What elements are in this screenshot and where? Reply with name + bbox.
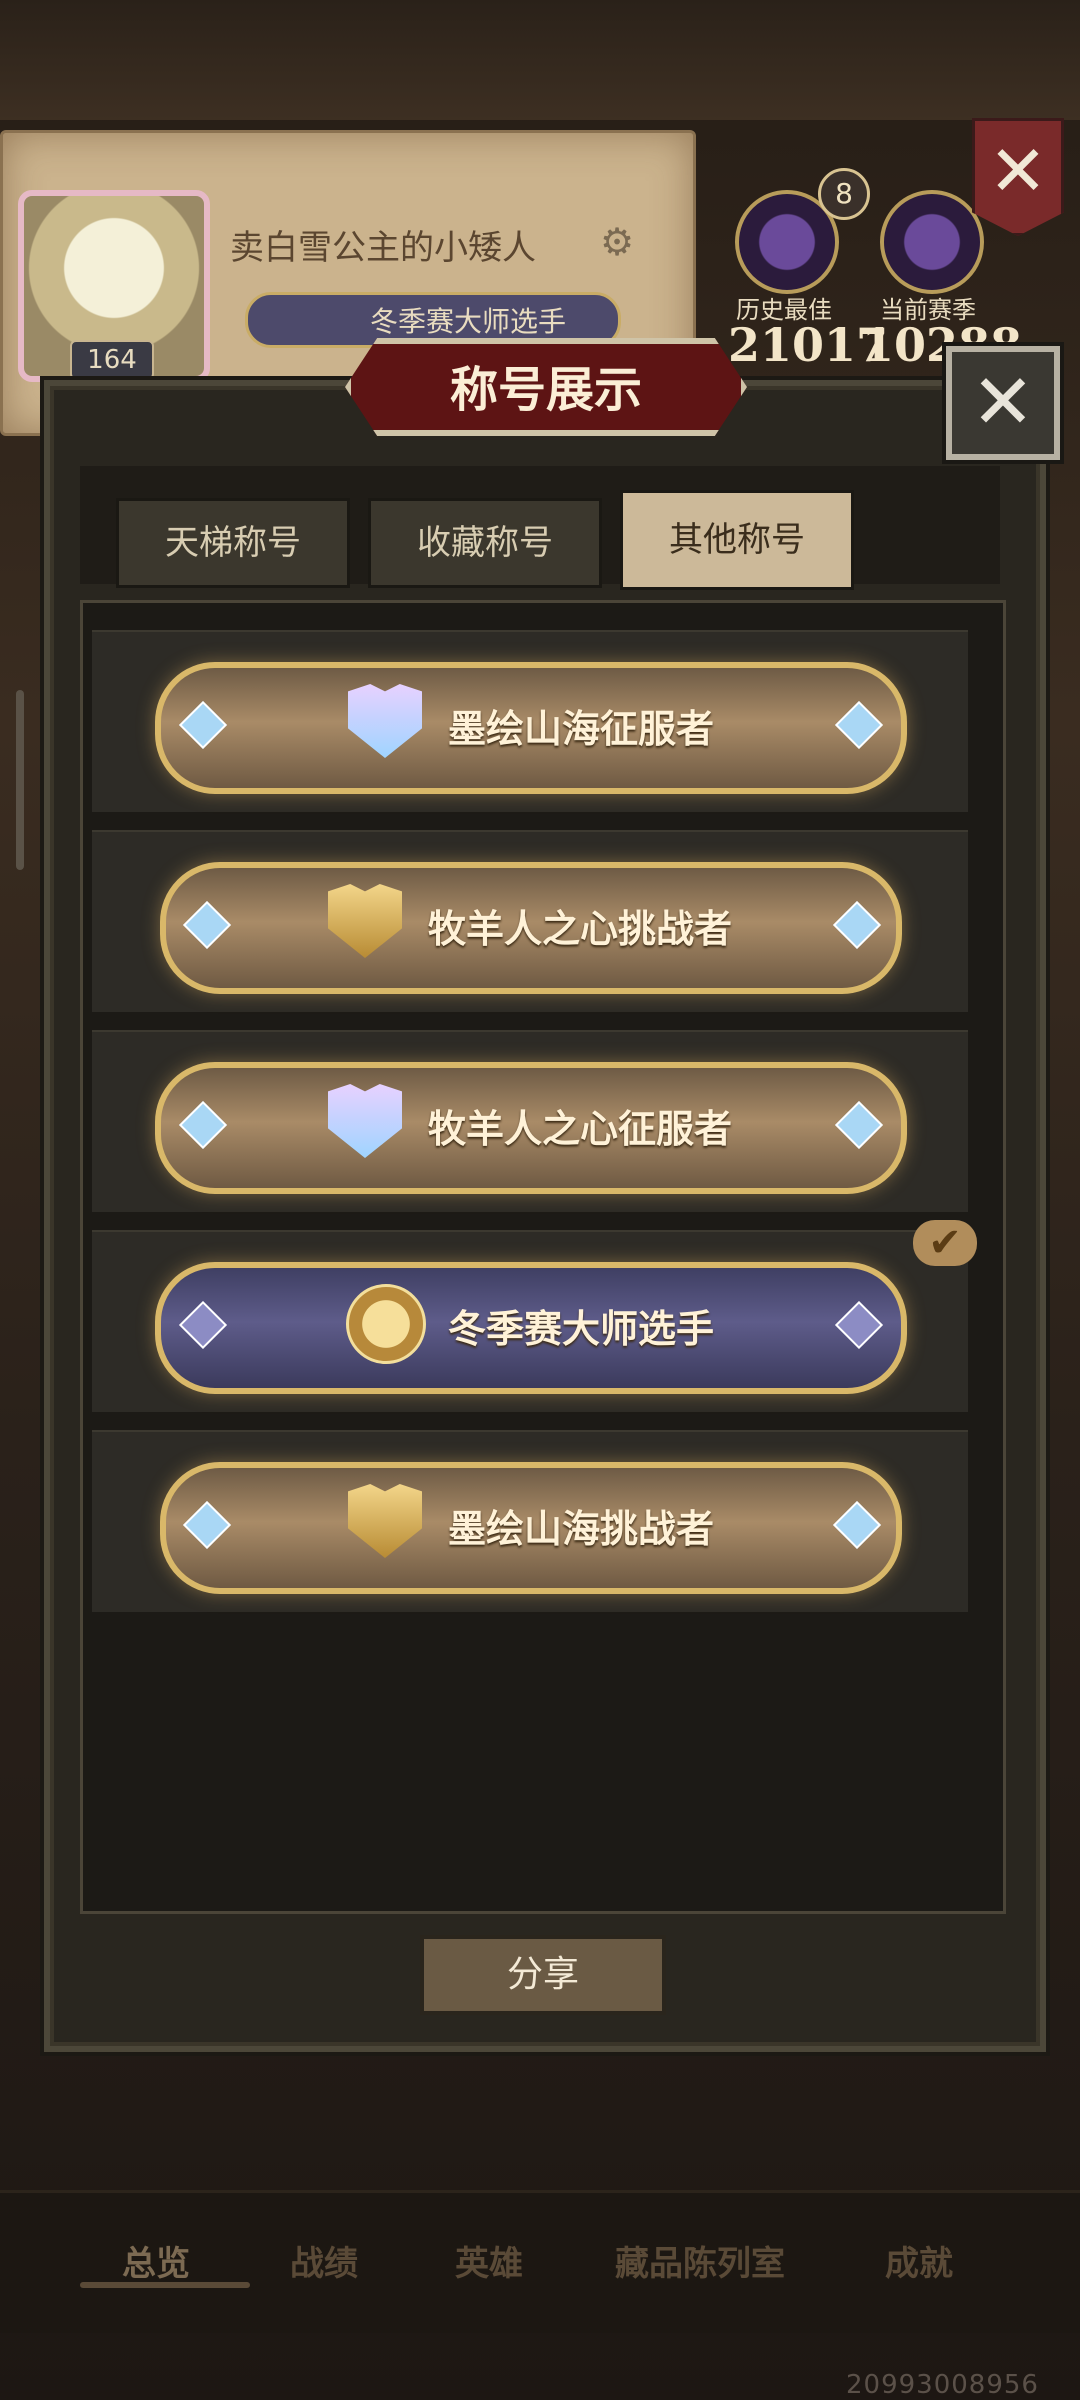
title-label: 牧羊人之心挑战者: [428, 907, 733, 951]
nav-overview[interactable]: 总览: [122, 2236, 190, 2285]
rank-count-badge: 8: [818, 168, 870, 220]
close-icon: ✕: [988, 130, 1048, 212]
nav-active-indicator: [80, 2282, 250, 2288]
nav-record[interactable]: 战绩: [290, 2236, 358, 2285]
gold-medal-icon: [346, 1284, 426, 1364]
background-close-button[interactable]: ✕: [972, 118, 1064, 236]
equipped-title-text: 冬季赛大师选手: [370, 305, 567, 338]
title-label: 墨绘山海征服者: [448, 707, 715, 751]
tab-ladder-titles[interactable]: 天梯称号: [116, 498, 350, 588]
dialog-close-button[interactable]: ✕: [946, 346, 1060, 460]
nav-achievements[interactable]: 成就: [885, 2236, 953, 2285]
tab-collection-titles[interactable]: 收藏称号: [368, 498, 602, 588]
title-label: 墨绘山海挑战者: [448, 1507, 715, 1551]
close-icon: ✕: [971, 357, 1035, 446]
dialog-title: 称号展示: [449, 362, 642, 418]
title-label: 牧羊人之心征服者: [428, 1107, 733, 1151]
check-icon: ✔: [913, 1220, 977, 1266]
share-button[interactable]: 分享: [420, 1935, 666, 2015]
level-badge: 164: [70, 340, 154, 380]
username: 卖白雪公主的小矮人: [230, 228, 536, 268]
nav-collection-room[interactable]: 藏品陈列室: [615, 2236, 785, 2285]
watermark: 20993008956: [846, 2370, 1039, 2400]
top-background: [0, 0, 1080, 120]
title-label: 冬季赛大师选手: [448, 1307, 715, 1351]
scrollbar[interactable]: [16, 690, 24, 870]
tab-other-titles[interactable]: 其他称号: [620, 490, 854, 590]
gear-icon[interactable]: ⚙: [600, 220, 634, 264]
current-rank-emblem-icon: [880, 190, 984, 294]
nav-heroes[interactable]: 英雄: [455, 2236, 523, 2285]
